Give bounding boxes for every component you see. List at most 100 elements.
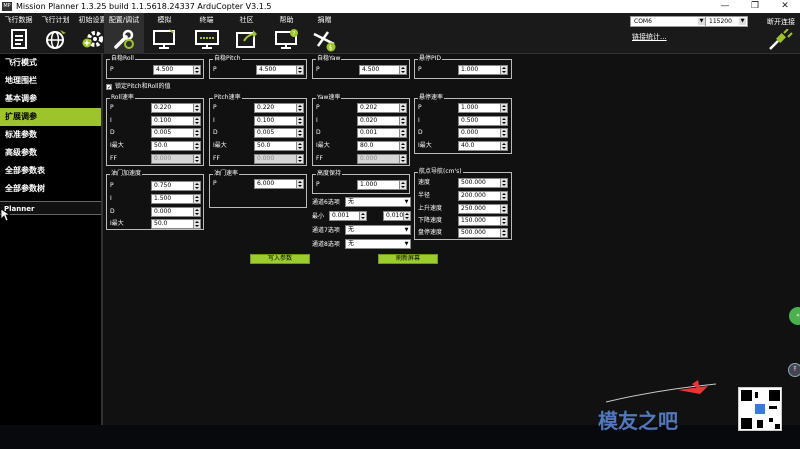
stabilize-roll-p-input[interactable]: 4.500 bbox=[153, 65, 201, 75]
rate-roll-d-input[interactable]: 0.005 bbox=[151, 128, 201, 138]
maximize-button[interactable]: ❐ bbox=[740, 0, 770, 13]
throttle-accel-d-input[interactable]: 0.000 bbox=[151, 207, 201, 217]
spinner-icon[interactable] bbox=[193, 208, 200, 216]
rate-yaw-p-input[interactable]: 0.202 bbox=[357, 103, 407, 113]
stabilize-pitch-p-input[interactable]: 4.500 bbox=[256, 65, 304, 75]
spinner-icon[interactable] bbox=[399, 104, 406, 112]
wpnav-descent-speed-input[interactable]: 150.000 bbox=[458, 216, 508, 226]
sidebar-item-flight-modes[interactable]: 飞行模式 bbox=[0, 54, 101, 72]
ch6-option-select[interactable]: 无 ▼ bbox=[345, 197, 411, 207]
spinner-icon[interactable] bbox=[500, 229, 507, 237]
spinner-icon[interactable] bbox=[500, 66, 507, 74]
ch8-option-select[interactable]: 无 ▼ bbox=[345, 239, 411, 249]
minimize-button[interactable]: — bbox=[710, 0, 740, 13]
refresh-screen-button[interactable]: 刷新屏幕 bbox=[378, 254, 438, 264]
spinner-icon[interactable] bbox=[296, 117, 303, 125]
spinner-icon[interactable] bbox=[500, 192, 507, 200]
spinner-icon[interactable] bbox=[296, 66, 303, 74]
loiter-rate-p-input[interactable]: 1.000 bbox=[458, 103, 508, 113]
rate-pitch-i-input[interactable]: 0.100 bbox=[254, 116, 304, 126]
wpnav-speed-input[interactable]: 500.000 bbox=[458, 178, 508, 188]
write-params-button[interactable]: 写入参数 bbox=[250, 254, 310, 264]
sidebar-item-standard-params[interactable]: 标准参数 bbox=[0, 126, 101, 144]
sidebar-item-geofence[interactable]: 地理围栏 bbox=[0, 72, 101, 90]
spinner-icon[interactable] bbox=[296, 180, 303, 188]
throttle-accel-imax-input[interactable]: 50.0 bbox=[151, 219, 201, 229]
rate-pitch-p-input[interactable]: 0.220 bbox=[254, 103, 304, 113]
spinner-icon[interactable] bbox=[359, 212, 366, 220]
scroll-top-icon[interactable]: ⤒ bbox=[788, 363, 800, 377]
rate-yaw-i-input[interactable]: 0.020 bbox=[357, 116, 407, 126]
stabilize-yaw-p-input[interactable]: 4.500 bbox=[359, 65, 407, 75]
menu-config-tuning[interactable]: 配置/调试 bbox=[104, 13, 144, 54]
spinner-icon[interactable] bbox=[399, 129, 406, 137]
spinner-icon[interactable] bbox=[500, 104, 507, 112]
lock-pitch-roll-checkbox[interactable]: ✓ bbox=[106, 84, 112, 91]
com-port-select[interactable]: COM6 ▼ bbox=[630, 16, 707, 27]
sidebar-item-full-param-tree[interactable]: 全部参数树 bbox=[0, 180, 101, 198]
throttle-accel-p-input[interactable]: 0.750 bbox=[151, 181, 201, 191]
spinner-icon[interactable] bbox=[193, 182, 200, 190]
baud-rate-select[interactable]: 115200 ▼ bbox=[705, 16, 748, 27]
menu-simulation[interactable]: 模拟 bbox=[146, 13, 183, 54]
link-stats-link[interactable]: 链接统计... bbox=[632, 32, 667, 42]
spinner-icon[interactable] bbox=[296, 129, 303, 137]
spinner-icon[interactable] bbox=[500, 217, 507, 225]
close-button[interactable]: ✕ bbox=[770, 0, 800, 13]
loiter-rate-i-input[interactable]: 0.500 bbox=[458, 116, 508, 126]
rate-yaw-imax-input[interactable]: 80.0 bbox=[357, 141, 407, 151]
spinner-icon[interactable] bbox=[500, 129, 507, 137]
spinner-icon[interactable] bbox=[399, 117, 406, 125]
spinner-icon[interactable] bbox=[296, 104, 303, 112]
plug-icon[interactable] bbox=[766, 29, 794, 51]
spinner-icon[interactable] bbox=[399, 66, 406, 74]
sidebar-item-advanced-params[interactable]: 高级参数 bbox=[0, 144, 101, 162]
menu-donate[interactable]: 捐赠 $ bbox=[306, 13, 343, 54]
ch7-option-select[interactable]: 无 ▼ bbox=[345, 225, 411, 235]
spinner-icon[interactable] bbox=[193, 66, 200, 74]
rate-roll-i-input[interactable]: 0.100 bbox=[151, 116, 201, 126]
spinner-icon[interactable] bbox=[500, 179, 507, 187]
spinner-icon[interactable] bbox=[500, 205, 507, 213]
loiter-pid-p-input[interactable]: 1.000 bbox=[458, 65, 508, 75]
throttle-rate-p-input[interactable]: 6.000 bbox=[254, 179, 304, 189]
altitude-hold-p-input[interactable]: 1.000 bbox=[357, 180, 407, 190]
sidebar-item-planner[interactable]: Planner bbox=[0, 201, 101, 215]
menu-flight-data[interactable]: 飞行数据 bbox=[0, 13, 37, 54]
waypoint-nav-group: 航点导航(cm's) 速度 半径 上升速度 下降速度 盘停速度 500.000 … bbox=[414, 168, 512, 240]
expand-panel-icon[interactable]: « bbox=[789, 307, 800, 325]
ch6-min-input[interactable]: 0.001 bbox=[329, 211, 367, 221]
spinner-icon[interactable] bbox=[296, 142, 303, 150]
menu-flight-plan[interactable]: 飞行计划 bbox=[37, 13, 74, 54]
lock-pitch-roll-label: 锁定Pitch和Roll的值 bbox=[115, 83, 171, 90]
spinner-icon[interactable] bbox=[193, 117, 200, 125]
throttle-accel-i-input[interactable]: 1.500 bbox=[151, 194, 201, 204]
wpnav-loiter-speed-input[interactable]: 500.000 bbox=[458, 228, 508, 238]
sidebar-item-extended-tuning[interactable]: 扩展调参 bbox=[0, 108, 101, 126]
rate-roll-imax-input[interactable]: 50.0 bbox=[151, 141, 201, 151]
spinner-icon[interactable] bbox=[500, 142, 507, 150]
rate-roll-p-input[interactable]: 0.220 bbox=[151, 103, 201, 113]
wpnav-climb-speed-input[interactable]: 250.000 bbox=[458, 204, 508, 214]
spinner-icon[interactable] bbox=[403, 212, 410, 220]
rate-yaw-d-input[interactable]: 0.001 bbox=[357, 128, 407, 138]
menu-community[interactable]: 社区 bbox=[228, 13, 265, 54]
spinner-icon[interactable] bbox=[193, 142, 200, 150]
spinner-icon[interactable] bbox=[193, 195, 200, 203]
sidebar-item-basic-tuning[interactable]: 基本调参 bbox=[0, 90, 101, 108]
spinner-icon[interactable] bbox=[193, 104, 200, 112]
spinner-icon[interactable] bbox=[193, 220, 200, 228]
menu-help[interactable]: 帮助 ? bbox=[268, 13, 305, 54]
loiter-rate-imax-input[interactable]: 40.0 bbox=[458, 141, 508, 151]
wpnav-radius-input[interactable]: 200.000 bbox=[458, 191, 508, 201]
sidebar-item-full-param-list[interactable]: 全部参数表 bbox=[0, 162, 101, 180]
spinner-icon[interactable] bbox=[399, 181, 406, 189]
spinner-icon[interactable] bbox=[500, 117, 507, 125]
ch6-max-input[interactable]: 0.010 bbox=[383, 211, 411, 221]
spinner-icon[interactable] bbox=[399, 142, 406, 150]
menu-terminal[interactable]: 终端 bbox=[188, 13, 225, 54]
rate-pitch-d-input[interactable]: 0.005 bbox=[254, 128, 304, 138]
spinner-icon[interactable] bbox=[193, 129, 200, 137]
loiter-rate-d-input[interactable]: 0.000 bbox=[458, 128, 508, 138]
rate-pitch-imax-input[interactable]: 50.0 bbox=[254, 141, 304, 151]
